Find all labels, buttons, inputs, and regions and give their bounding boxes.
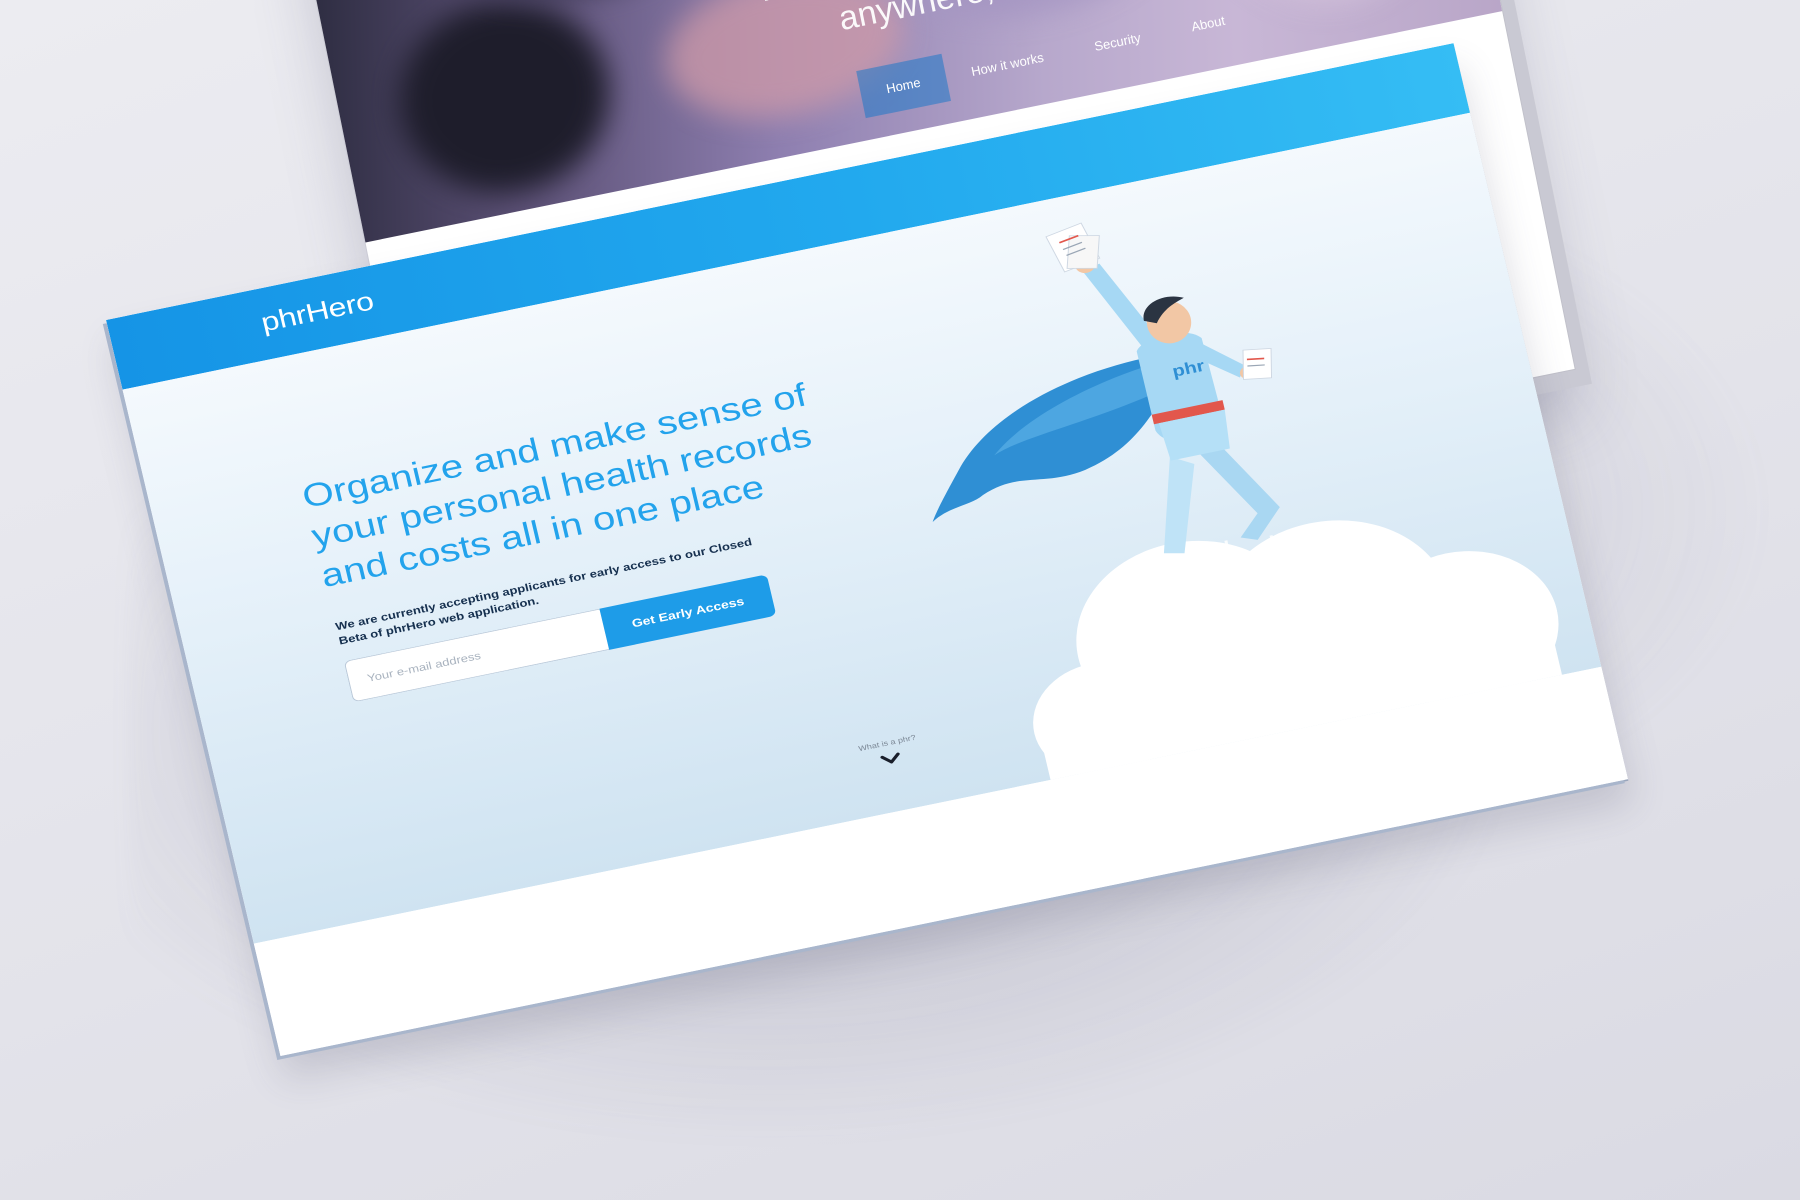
mockup-scene: Your personal health record available an… [0, 0, 1800, 1200]
phrhero-logo[interactable]: phrHero [258, 286, 377, 338]
nav-security[interactable]: Security [1064, 9, 1171, 76]
nav-how-it-works[interactable]: How it works [941, 29, 1074, 101]
chevron-down-icon[interactable] [880, 751, 902, 766]
nav-about[interactable]: About [1161, 0, 1255, 56]
document-held [1242, 348, 1273, 380]
hero-leg-right [1200, 446, 1280, 540]
document-raised [1045, 222, 1101, 273]
hero-headline: Organize and make sense of your personal… [298, 377, 816, 595]
